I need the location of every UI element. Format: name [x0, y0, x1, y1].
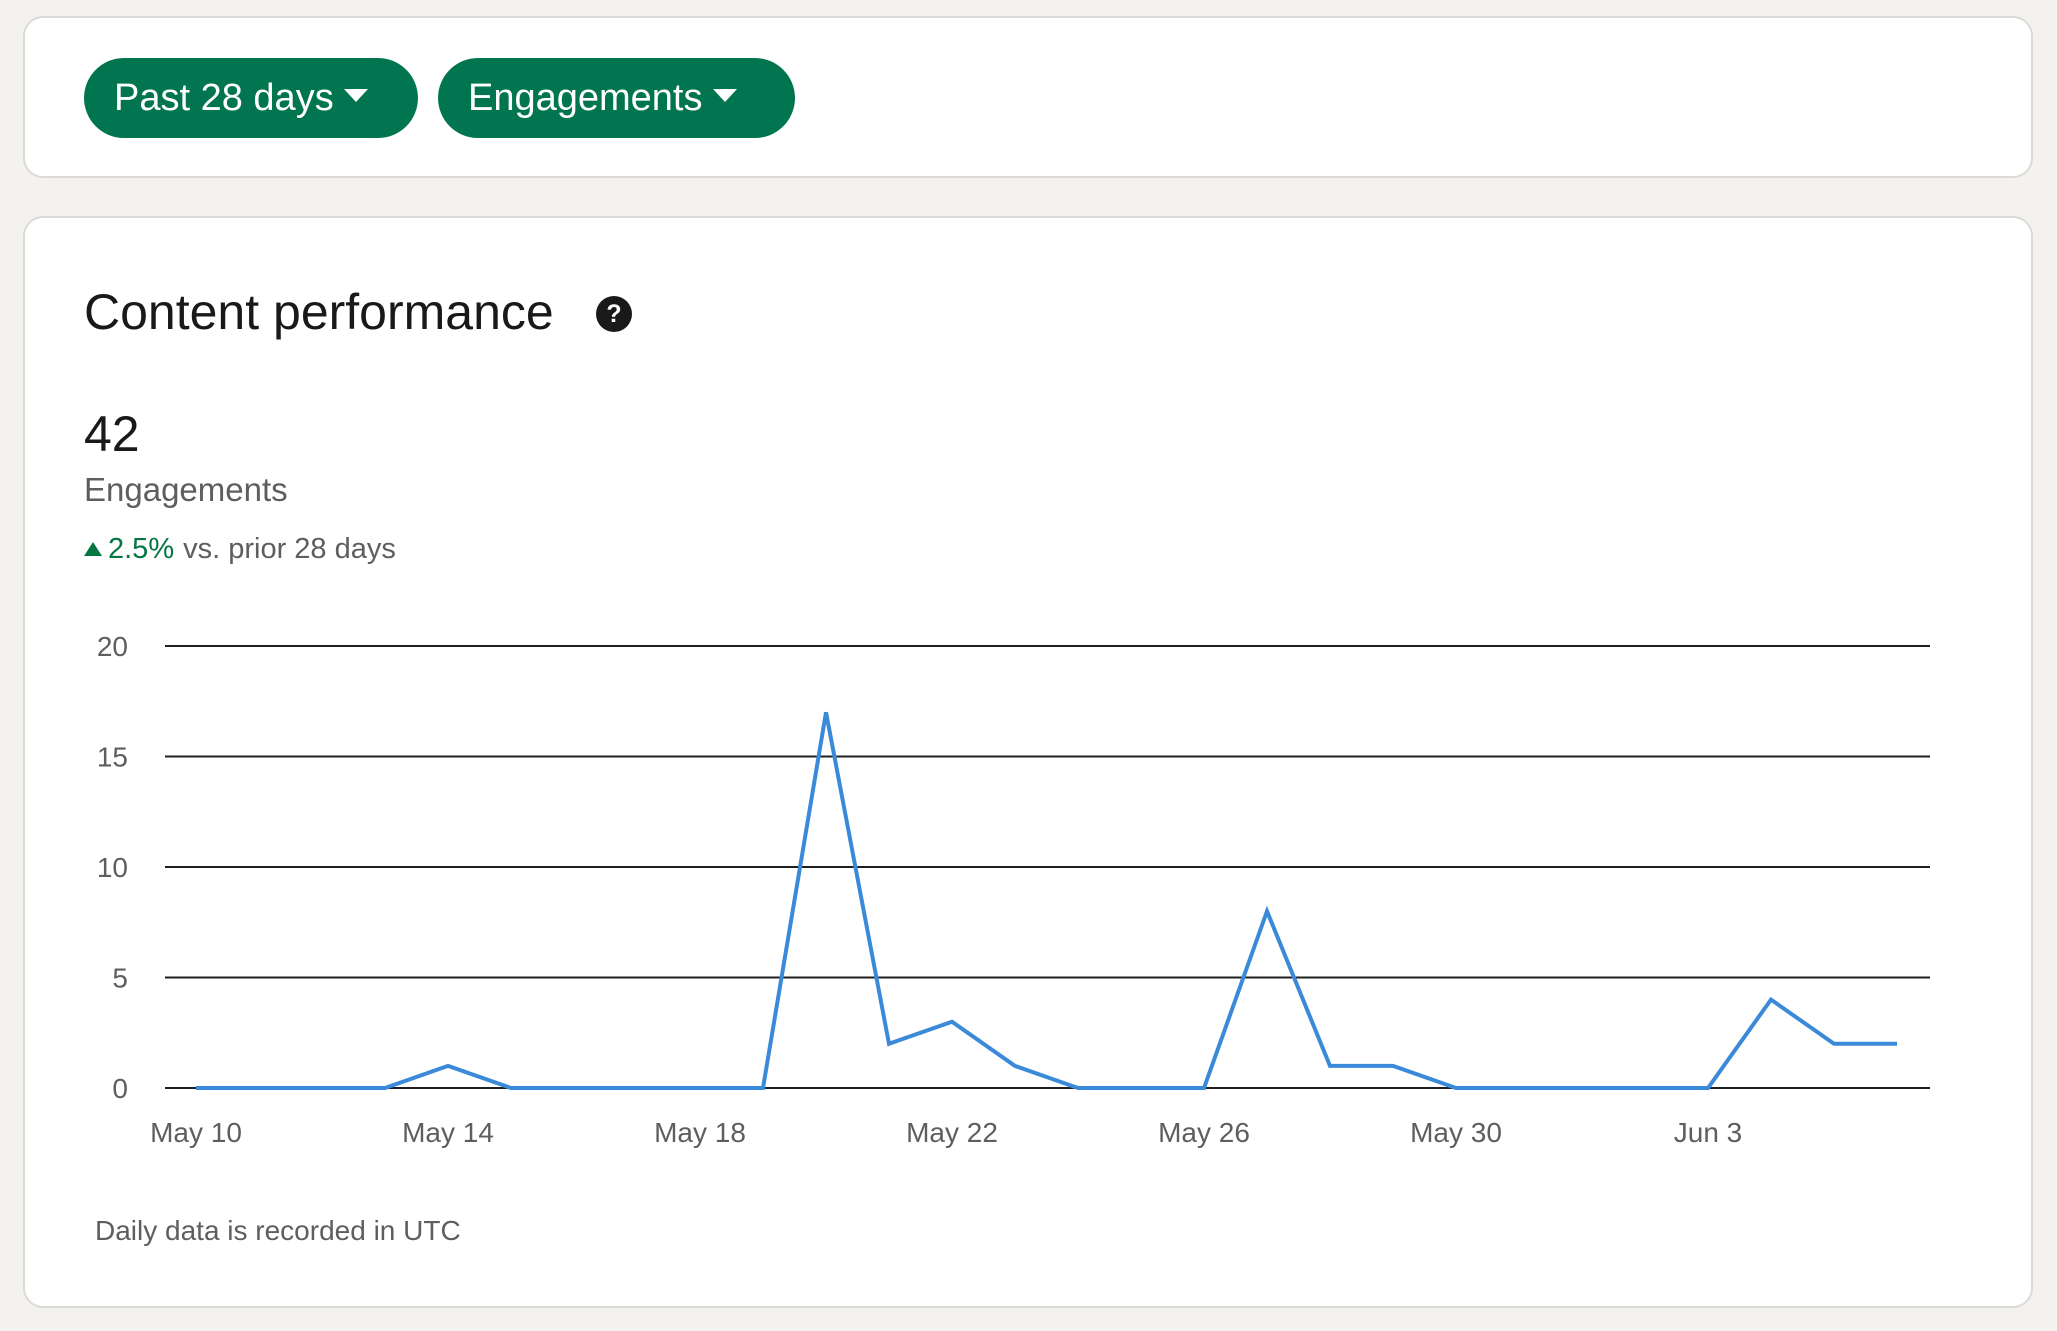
y-tick-label: 10 [97, 852, 128, 883]
data-point[interactable] [251, 1080, 267, 1096]
data-point[interactable] [692, 1080, 708, 1096]
data-point[interactable] [1763, 992, 1779, 1008]
total-engagements-value: 42 [84, 406, 140, 462]
data-point[interactable] [503, 1080, 519, 1096]
y-tick-label: 0 [112, 1073, 128, 1104]
data-point[interactable] [1511, 1080, 1527, 1096]
data-point[interactable] [188, 1080, 204, 1096]
data-point[interactable] [377, 1080, 393, 1096]
data-point[interactable] [629, 1080, 645, 1096]
data-point[interactable] [314, 1080, 330, 1096]
data-point[interactable] [1385, 1058, 1401, 1074]
data-point[interactable] [944, 1014, 960, 1030]
metric-dropdown-label: Engagements [468, 76, 703, 119]
x-tick-label: Jun 3 [1674, 1117, 1743, 1148]
data-point[interactable] [755, 1080, 771, 1096]
chart-series [188, 704, 1905, 1096]
data-point[interactable] [1133, 1080, 1149, 1096]
date-range-dropdown[interactable]: Past 28 days [84, 58, 418, 138]
data-point[interactable] [1070, 1080, 1086, 1096]
caret-down-icon [343, 88, 368, 102]
date-range-label: Past 28 days [114, 76, 334, 119]
y-axis-ticks: 0 5 10 15 20 [97, 631, 128, 1104]
chart-gridlines [165, 645, 1930, 1089]
data-point[interactable] [1448, 1080, 1464, 1096]
change-indicator: 2.5% vs. prior 28 days [84, 531, 396, 567]
data-point[interactable] [1259, 903, 1275, 919]
caret-down-icon [712, 88, 737, 102]
card-title: Content performance [84, 284, 554, 340]
metric-name-label: Engagements [84, 471, 288, 508]
y-tick-label: 20 [97, 631, 128, 662]
engagements-line-chart: 05101520 May 10 May 14 May 18 May 22 May 26 M… [97, 631, 1930, 1148]
data-point[interactable] [818, 704, 834, 720]
content-performance-card: Content performance ? 42 Engagements 2.5… [23, 216, 2033, 1308]
filter-bar: Past 28 days Engagements [23, 16, 2033, 178]
x-tick-label: May 30 [1410, 1117, 1502, 1148]
data-point[interactable] [1700, 1080, 1716, 1096]
data-point[interactable] [440, 1058, 456, 1074]
series-line-engagements [196, 711, 1897, 1090]
data-point[interactable] [1007, 1058, 1023, 1074]
data-point[interactable] [1637, 1080, 1653, 1096]
utc-footnote: Daily data is recorded in UTC [95, 1215, 461, 1246]
data-point[interactable] [1826, 1036, 1842, 1052]
metric-dropdown[interactable]: Engagements [438, 58, 795, 138]
x-axis-ticks: May 10 May 14 May 18 May 22 May 26 May 30 Jun … [150, 1117, 1742, 1148]
x-tick-label: May 14 [402, 1117, 494, 1148]
data-point[interactable] [881, 1036, 897, 1052]
arrow-up-icon [84, 542, 102, 556]
data-point[interactable] [566, 1080, 582, 1096]
data-point[interactable] [1196, 1080, 1212, 1096]
x-tick-label: May 22 [906, 1117, 998, 1148]
x-tick-label: May 18 [654, 1117, 746, 1148]
change-comparison-label: vs. prior 28 days [183, 533, 396, 565]
help-icon[interactable]: ? [596, 296, 632, 332]
data-point[interactable] [1322, 1058, 1338, 1074]
y-tick-label: 15 [97, 742, 128, 773]
x-tick-label: May 10 [150, 1117, 242, 1148]
change-percentage: 2.5% [108, 533, 175, 565]
data-point[interactable] [1574, 1080, 1590, 1096]
x-tick-label: May 26 [1158, 1117, 1250, 1148]
data-point[interactable] [1889, 1036, 1905, 1052]
y-tick-label: 5 [112, 963, 128, 994]
